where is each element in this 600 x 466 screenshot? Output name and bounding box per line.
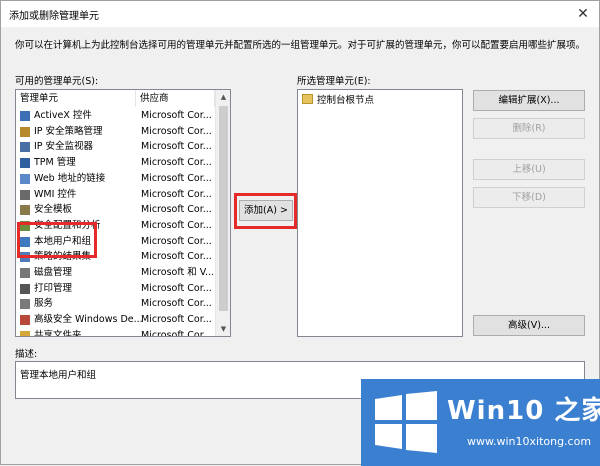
advanced-button[interactable]: 高级(V)... [473,315,585,336]
dialog-description: 你可以在计算机上为此控制台选择可用的管理单元并配置所选的一组管理单元。对于可扩展… [15,40,586,51]
services-icon [20,299,30,310]
snapin-name: 服务 [34,298,54,310]
snapin-name: ActiveX 控件 [34,110,92,121]
snapin-vendor: Microsoft Cor... [141,235,212,247]
snapin-name: 共享文件夹 [34,329,82,337]
snapin-name: 高级安全 Windows De... [34,314,143,326]
move-up-button[interactable]: 上移(U) [473,159,585,180]
available-snapins-label: 可用的管理单元(S): [15,76,99,87]
snapin-list-item[interactable]: 服务 Microsoft Cor... [16,296,215,312]
folder-icon [302,94,313,104]
description-text: 管理本地用户和组 [20,370,97,381]
snapin-vendor: Microsoft Cor... [141,110,212,121]
column-header-vendor[interactable]: 供应商 [136,90,215,107]
web-link-icon [20,173,30,184]
snapin-vendor: Microsoft Cor... [141,251,212,263]
snapin-list-item[interactable]: 共享文件夹 Microsoft Cor... [16,328,215,337]
close-icon[interactable]: ✕ [573,4,593,24]
snapin-vendor: Microsoft Cor... [141,298,212,310]
snapin-vendor: Microsoft Cor... [141,314,212,326]
dialog-title: 添加或删除管理单元 [9,11,99,22]
snapin-name: IP 安全监视器 [34,141,94,153]
shared-folder-icon [20,330,30,336]
snapin-vendor: Microsoft Cor... [141,329,212,337]
title-bar: 添加或删除管理单元 ✕ [1,1,599,27]
selected-snapins-list[interactable]: 控制台根节点 [297,89,463,337]
snapin-vendor: Microsoft Cor... [141,125,212,137]
highlight-users-groups [17,222,97,258]
snapin-name: IP 安全策略管理 [34,125,103,137]
snapin-name: TPM 管理 [34,157,76,169]
security-template-icon [20,205,30,216]
add-remove-snapins-dialog: 添加或删除管理单元 ✕ 你可以在计算机上为此控制台选择可用的管理单元并配置所选的… [0,0,600,466]
selected-snapins-label: 所选管理单元(E): [297,76,371,87]
watermark-url: www.win10xitong.com [467,435,592,448]
snapin-list-item[interactable]: IP 安全策略管理 Microsoft Cor... [16,124,215,140]
console-root-label: 控制台根节点 [317,95,375,106]
snapin-vendor: Microsoft Cor... [141,204,212,216]
description-label: 描述: [15,349,38,360]
remove-button[interactable]: 删除(R) [473,118,585,139]
activex-icon [20,111,30,121]
snapin-name: Web 地址的链接 [34,172,106,184]
scroll-up-icon[interactable]: ▲ [216,90,230,104]
snapin-vendor: Microsoft Cor... [141,157,212,169]
snapin-vendor: Microsoft 和 V... [141,267,215,278]
scroll-down-icon[interactable]: ▼ [216,322,230,336]
available-snapins-list[interactable]: 管理单元 供应商 ActiveX 控件 Microsoft Cor... IP 安全… [15,89,231,337]
snapin-vendor: Microsoft Cor... [141,172,212,184]
snapin-name: 安全模板 [34,204,73,216]
tpm-icon [20,158,30,169]
wmi-icon [20,189,30,200]
move-down-button[interactable]: 下移(D) [473,187,585,208]
snapin-vendor: Microsoft Cor... [141,188,212,200]
snapin-name: 打印管理 [34,282,73,294]
win10-watermark: Win10 之家 www.win10xitong.com [361,379,600,466]
snapin-vendor: Microsoft Cor... [141,282,212,294]
snapin-vendor: Microsoft Cor... [141,141,212,153]
snapin-list-item[interactable]: 安全模板 Microsoft Cor... [16,202,215,218]
column-header-snapin[interactable]: 管理单元 [16,90,136,107]
disk-icon [20,268,30,278]
watermark-brand: Win10 之家 [447,396,600,426]
highlight-add-button [234,193,297,229]
windows-logo-icon [375,391,437,453]
printer-icon [20,283,30,294]
firewall-icon [20,315,30,326]
ip-security-policy-icon [20,126,30,137]
scroll-thumb[interactable] [219,106,228,311]
snapin-list-item[interactable]: 打印管理 Microsoft Cor... [16,281,215,297]
snapin-name: 磁盘管理 [34,267,73,278]
snapin-list-item[interactable]: ActiveX 控件 Microsoft Cor... [16,108,215,124]
snapin-list-item[interactable]: WMI 控件 Microsoft Cor... [16,187,215,203]
snapin-list-item[interactable]: Web 地址的链接 Microsoft Cor... [16,171,215,187]
snapin-list-item[interactable]: 高级安全 Windows De... Microsoft Cor... [16,312,215,328]
snapin-list-item[interactable]: IP 安全监视器 Microsoft Cor... [16,139,215,155]
ip-security-monitor-icon [20,142,30,153]
snapin-list-item[interactable]: 磁盘管理 Microsoft 和 V... [16,265,215,281]
vertical-scrollbar[interactable]: ▲ ▼ [215,90,230,336]
snapin-list-item[interactable]: TPM 管理 Microsoft Cor... [16,155,215,171]
snapin-name: WMI 控件 [34,188,77,200]
snapin-vendor: Microsoft Cor... [141,219,212,231]
edit-extensions-button[interactable]: 编辑扩展(X)... [473,90,585,111]
